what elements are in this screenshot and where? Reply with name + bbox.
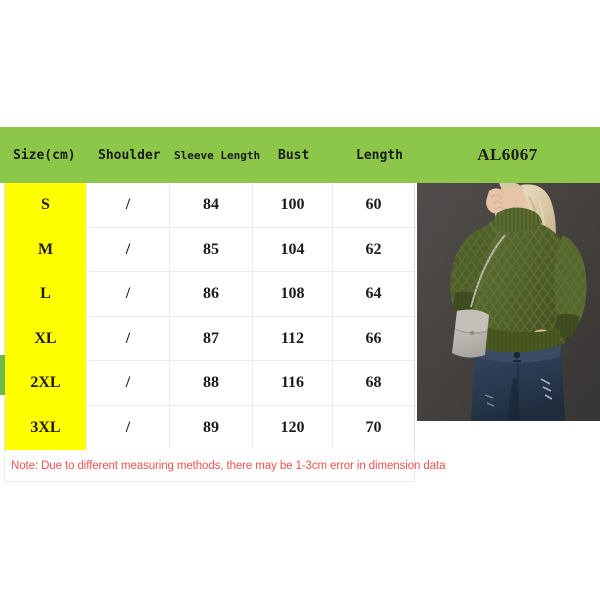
cell-bust: 104	[252, 227, 332, 272]
table-row: L / 86 108 64	[5, 272, 414, 317]
cell-sleeve: 84	[169, 183, 252, 228]
cell-sleeve: 89	[169, 405, 252, 450]
cell-shoulder: /	[86, 316, 169, 361]
cell-bust: 112	[252, 316, 332, 361]
cell-shoulder: /	[86, 272, 169, 317]
cell-size: XL	[5, 316, 86, 361]
cell-sleeve: 85	[169, 227, 252, 272]
product-photo-illustration	[417, 183, 600, 421]
table-header-band: Size(cm) Shoulder Sleeve Length Bust Len…	[0, 127, 600, 183]
column-header-bust: Bust	[278, 147, 310, 163]
column-header-size: Size(cm)	[13, 147, 76, 163]
column-header-length: Length	[356, 147, 403, 163]
table-row: 3XL / 89 120 70	[5, 405, 414, 450]
size-chart-table: S / 84 100 60 M / 85 104 62 L / 86 108 6…	[4, 183, 415, 450]
product-photo	[417, 183, 600, 421]
cell-sleeve: 86	[169, 272, 252, 317]
table-row: XL / 87 112 66	[5, 316, 414, 361]
cell-length: 60	[332, 183, 414, 228]
cell-size: 2XL	[5, 361, 86, 406]
cell-shoulder: /	[86, 183, 169, 228]
cell-length: 64	[332, 272, 414, 317]
cell-sleeve: 87	[169, 316, 252, 361]
cell-shoulder: /	[86, 227, 169, 272]
cell-size: L	[5, 272, 86, 317]
column-header-shoulder: Shoulder	[98, 147, 161, 163]
column-header-sleeve-length: Sleeve Length	[174, 148, 261, 162]
cell-size: S	[5, 183, 86, 228]
table-row: M / 85 104 62	[5, 227, 414, 272]
cell-length: 70	[332, 405, 414, 450]
cell-sleeve: 88	[169, 361, 252, 406]
cell-bust: 100	[252, 183, 332, 228]
measurement-note-row: Note: Due to different measuring methods…	[4, 450, 445, 482]
measurement-note-text: Note: Due to different measuring methods…	[11, 459, 446, 472]
product-code: AL6067	[477, 145, 538, 164]
cell-size: M	[5, 227, 86, 272]
table-row: 2XL / 88 116 68	[5, 361, 414, 406]
cell-bust: 120	[252, 405, 332, 450]
cell-length: 66	[332, 316, 414, 361]
table-row: S / 84 100 60	[5, 183, 414, 228]
cell-shoulder: /	[86, 361, 169, 406]
left-edge-green-marker	[0, 355, 5, 395]
cell-shoulder: /	[86, 405, 169, 450]
cell-size: 3XL	[5, 405, 86, 450]
cell-bust: 116	[252, 361, 332, 406]
cell-bust: 108	[252, 272, 332, 317]
cell-length: 62	[332, 227, 414, 272]
cell-length: 68	[332, 361, 414, 406]
